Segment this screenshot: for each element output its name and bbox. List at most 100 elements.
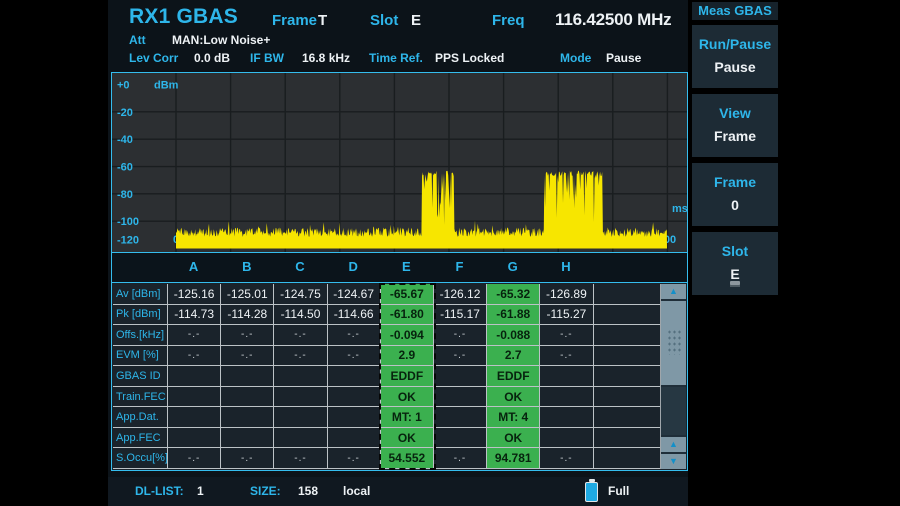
grip-icon [667, 329, 681, 355]
table-cell-A[interactable]: -114.73 [168, 305, 221, 326]
table-cell-G[interactable]: EDDF [487, 366, 540, 387]
table-cell-D[interactable] [328, 387, 381, 408]
table-cell-D[interactable]: -.- [328, 346, 381, 367]
table-cell-G[interactable]: OK [487, 387, 540, 408]
softkey-view[interactable]: View Frame [692, 94, 778, 157]
table-cell-G[interactable]: OK [487, 428, 540, 449]
table-cell-C[interactable] [274, 387, 327, 408]
status-bar: DL-LIST: 1 SIZE: 158 local Full [108, 477, 688, 506]
scrollbar-track[interactable] [661, 387, 686, 435]
table-cell-G[interactable]: -61.88 [487, 305, 540, 326]
table-cell-A[interactable]: -125.16 [168, 284, 221, 305]
table-cell-G[interactable]: MT: 4 [487, 407, 540, 428]
table-cell-C[interactable] [274, 366, 327, 387]
column-header-H: H [539, 253, 592, 282]
table-cell-E[interactable]: -65.67 [381, 284, 434, 305]
row-label: Train.FEC [113, 387, 168, 408]
table-cell-B[interactable] [221, 366, 274, 387]
table-cell-G[interactable]: 2.7 [487, 346, 540, 367]
table-cell-A[interactable]: -.- [168, 346, 221, 367]
table-cell-G[interactable]: 94.781 [487, 448, 540, 469]
table-cell-A[interactable] [168, 387, 221, 408]
table-cell-H[interactable] [540, 387, 593, 408]
table-cell-H[interactable]: -.- [540, 346, 593, 367]
column-header-spacer [593, 253, 662, 282]
softkey-frame[interactable]: Frame 0 [692, 163, 778, 226]
table-cell-H[interactable]: -.- [540, 325, 593, 346]
table-cell-A[interactable]: -.- [168, 325, 221, 346]
scroll-down-button[interactable]: ▼ [661, 454, 686, 469]
table-cell-F[interactable] [434, 407, 487, 428]
table-cell-D[interactable] [328, 407, 381, 428]
table-cell-D[interactable] [328, 428, 381, 449]
svg-text:dBm: dBm [154, 80, 179, 92]
table-cell-C[interactable]: -.- [274, 325, 327, 346]
table-cell-F[interactable]: -.- [434, 346, 487, 367]
table-cell-H[interactable]: -126.89 [540, 284, 593, 305]
table-cell-A[interactable] [168, 366, 221, 387]
table-cell-B[interactable]: -125.01 [221, 284, 274, 305]
svg-text:-40: -40 [117, 134, 133, 146]
table-cell-G[interactable]: -0.088 [487, 325, 540, 346]
row-label: S.Occu[%] [113, 448, 168, 469]
table-cell-D[interactable]: -.- [328, 325, 381, 346]
table-cell-B[interactable]: -.- [221, 448, 274, 469]
table-cell-A[interactable]: -.- [168, 448, 221, 469]
table-cell-trailer [594, 305, 662, 326]
scroll-up-button[interactable]: ▲ [661, 284, 686, 299]
table-cell-C[interactable]: -.- [274, 346, 327, 367]
table-cell-H[interactable]: -.- [540, 448, 593, 469]
table-cell-D[interactable]: -.- [328, 448, 381, 469]
table-cell-F[interactable]: -.- [434, 448, 487, 469]
table-cell-B[interactable]: -114.28 [221, 305, 274, 326]
table-cell-D[interactable] [328, 366, 381, 387]
size-label: SIZE: [250, 484, 281, 498]
table-cell-C[interactable]: -124.75 [274, 284, 327, 305]
table-cell-A[interactable] [168, 407, 221, 428]
table-cell-C[interactable]: -114.50 [274, 305, 327, 326]
svg-text:ms: ms [672, 203, 687, 215]
table-cell-H[interactable]: -115.27 [540, 305, 593, 326]
table-cell-F[interactable] [434, 428, 487, 449]
table-cell-A[interactable] [168, 428, 221, 449]
table-cell-C[interactable] [274, 428, 327, 449]
table-cell-E[interactable]: -0.094 [381, 325, 434, 346]
table-cell-F[interactable]: -115.17 [434, 305, 487, 326]
scroll-up-button-2[interactable]: ▲ [661, 437, 686, 452]
table-cell-E[interactable]: -61.80 [381, 305, 434, 326]
table-cell-H[interactable] [540, 407, 593, 428]
svg-text:-100: -100 [117, 216, 139, 228]
table-cell-G[interactable]: -65.32 [487, 284, 540, 305]
table-cell-D[interactable]: -124.67 [328, 284, 381, 305]
table-cell-E[interactable]: EDDF [381, 366, 434, 387]
table-cell-trailer [594, 284, 662, 305]
table-cell-F[interactable]: -126.12 [434, 284, 487, 305]
softkey-meas-gbas[interactable]: Meas GBAS [692, 2, 778, 20]
table-cell-E[interactable]: 2.9 [381, 346, 434, 367]
table-cell-B[interactable] [221, 407, 274, 428]
table-cell-B[interactable] [221, 387, 274, 408]
table-scrollbar[interactable]: ▲ ▲ ▼ [660, 284, 686, 469]
column-header-spacer [661, 253, 687, 282]
softkey-slot[interactable]: Slot E [692, 232, 778, 295]
table-cell-C[interactable]: -.- [274, 448, 327, 469]
softkey-run-pause[interactable]: Run/Pause Pause [692, 25, 778, 88]
table-cell-H[interactable] [540, 366, 593, 387]
table-cell-D[interactable]: -114.66 [328, 305, 381, 326]
table-cell-E[interactable]: OK [381, 428, 434, 449]
table-cell-F[interactable]: -.- [434, 325, 487, 346]
table-cell-B[interactable]: -.- [221, 346, 274, 367]
table-cell-H[interactable] [540, 428, 593, 449]
table-cell-E[interactable]: 54.552 [381, 448, 434, 469]
table-cell-E[interactable]: MT: 1 [381, 407, 434, 428]
table-cell-F[interactable] [434, 366, 487, 387]
table-cell-B[interactable] [221, 428, 274, 449]
battery-icon [585, 482, 598, 502]
table-cell-F[interactable] [434, 387, 487, 408]
table-cell-B[interactable]: -.- [221, 325, 274, 346]
table-cell-trailer [594, 407, 662, 428]
table-cell-E[interactable]: OK [381, 387, 434, 408]
scrollbar-thumb[interactable] [661, 301, 686, 385]
table-cell-C[interactable] [274, 407, 327, 428]
svg-text:+0: +0 [117, 80, 130, 92]
